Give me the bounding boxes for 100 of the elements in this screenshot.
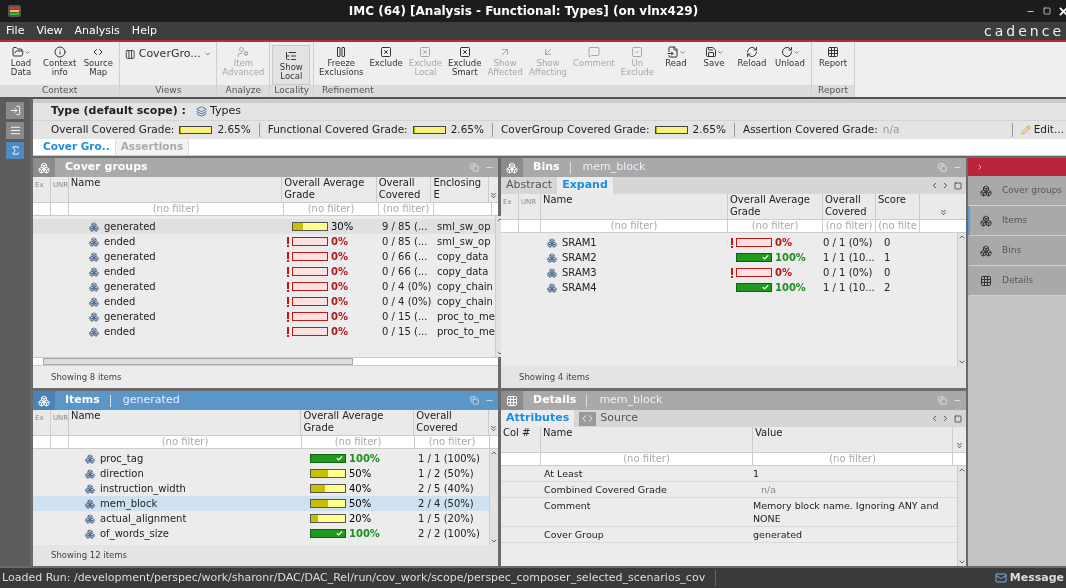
table-row[interactable]: of_words_size 100% 2 / 2 (100%)	[33, 526, 489, 541]
table-row[interactable]: ended 0% 0 / 15 (... proc_to_me	[33, 324, 495, 339]
table-cell-text: SRAM2	[562, 251, 597, 265]
grade-label: Overall Covered Grade:	[51, 122, 175, 138]
toolbar-button[interactable]: Context info	[40, 45, 80, 85]
table-cell-text: direction	[100, 467, 144, 481]
table-row[interactable]: generated 30% 9 / 85 (... sml_sw_op	[33, 219, 495, 234]
column-chooser-icon[interactable]	[489, 191, 498, 200]
table-cell-text: 0	[883, 236, 891, 250]
scrollbar[interactable]	[957, 233, 966, 366]
toolbar-button[interactable]: Freeze Exclusions	[316, 45, 367, 85]
table-row[interactable]: ended 0% 0 / 66 (... copy_data	[33, 264, 495, 279]
table-cell-text: SRAM1	[562, 236, 597, 250]
cover-group-icon	[89, 221, 99, 232]
scope-label: Type (default scope) :	[51, 103, 186, 120]
table-row[interactable]: generated 0% 0 / 66 (... copy_data	[33, 249, 495, 264]
column-header[interactable]: Value	[755, 427, 950, 439]
table-cell-text: copy_data	[436, 250, 489, 264]
column-chooser-icon[interactable]	[938, 208, 948, 217]
column-header[interactable]: Overall Average Grade	[303, 410, 412, 434]
toolbar-button[interactable]: Exclude Smart	[445, 45, 485, 85]
panel-context: generated	[121, 392, 181, 409]
side-tool[interactable]	[6, 142, 24, 159]
scroll-up-icon[interactable]	[958, 233, 966, 241]
grade-text: 100%	[775, 251, 806, 265]
table-row[interactable]: generated 0% 0 / 4 (0%) copy_chain	[33, 279, 495, 294]
table-row[interactable]: ended 0% 0 / 85 (... sml_sw_op	[33, 234, 495, 249]
table-row[interactable]: ended 0% 0 / 4 (0%) copy_chain	[33, 294, 495, 309]
maximize-icon[interactable]	[1043, 7, 1051, 15]
toolbar-button[interactable]: Read	[657, 45, 695, 85]
view-select[interactable]: CoverGro...	[122, 45, 215, 63]
column-header[interactable]: Overall Covered	[825, 194, 873, 218]
toolbar-button[interactable]: Load Data	[2, 45, 40, 85]
caret-icon	[792, 48, 800, 56]
toolbar-group-label: Views	[155, 84, 182, 98]
pause-icon	[335, 46, 348, 58]
column-header[interactable]: Overall Covered	[416, 410, 486, 434]
table-row[interactable]: generated 0% 0 / 15 (... proc_to_me	[33, 309, 495, 324]
restore-icon[interactable]	[470, 396, 479, 405]
column-header[interactable]: Name	[70, 177, 280, 189]
column-header[interactable]: Overall Average Grade	[730, 194, 820, 218]
toolbar-button[interactable]: Unload	[771, 45, 809, 85]
table-row[interactable]: proc_tag 100% 1 / 1 (100%)	[33, 451, 489, 466]
side-tool[interactable]	[6, 122, 24, 139]
horizontal-scrollbar[interactable]	[43, 358, 353, 365]
table-cell-text: 0 / 4 (0%)	[381, 280, 433, 294]
table-row[interactable]: mem_block 50% 2 / 4 (50%)	[33, 496, 489, 511]
caret-icon	[678, 48, 686, 56]
menu-item[interactable]: Analysis	[68, 22, 126, 40]
column-header[interactable]: Overall Average Grade	[284, 177, 374, 201]
menu-icon[interactable]	[954, 414, 962, 423]
column-header[interactable]: Overall Covered	[378, 177, 429, 201]
grade-text: 40%	[349, 482, 372, 496]
column-header[interactable]: Score	[878, 194, 917, 206]
table-row[interactable]: direction 50% 1 / 2 (50%)	[33, 466, 489, 481]
menu-item[interactable]: File	[0, 22, 31, 40]
scroll-down-icon[interactable]	[490, 537, 498, 545]
scroll-up-icon[interactable]	[958, 466, 966, 474]
toolbar-button[interactable]: Show Local	[272, 45, 311, 85]
close-icon[interactable]	[1059, 6, 1066, 16]
column-header[interactable]: Name	[543, 427, 750, 439]
table-cell-text: 0 / 85 (...	[381, 235, 429, 249]
column-chooser-icon[interactable]	[489, 424, 498, 433]
toolbar-button[interactable]: Source Map	[79, 45, 118, 85]
column-header[interactable]: Enclosing E	[433, 177, 486, 201]
scrollbar[interactable]	[489, 449, 498, 545]
grade-text: 30%	[331, 220, 354, 234]
scroll-up-icon[interactable]	[490, 449, 498, 457]
grade-text: 0%	[775, 236, 792, 250]
column-header[interactable]: Col #	[503, 427, 538, 439]
cover-group-icon	[89, 266, 99, 277]
table-row[interactable]: actual_alignment 20% 1 / 5 (20%)	[33, 511, 489, 526]
column-header[interactable]: Name	[70, 410, 299, 422]
column-header[interactable]: Name	[543, 194, 725, 206]
toolbar-button[interactable]: Save	[695, 45, 733, 85]
edit-button[interactable]: Edit...	[1020, 122, 1066, 138]
expand-icon[interactable]	[976, 163, 984, 171]
grade-text: 0%	[331, 295, 348, 309]
toolbar-button[interactable]: Reload	[733, 45, 771, 85]
scroll-up-icon[interactable]	[495, 216, 504, 224]
scroll-down-icon[interactable]	[958, 558, 966, 566]
table-row[interactable]: instruction_width 40% 2 / 5 (40%)	[33, 481, 489, 496]
side-tool[interactable]	[6, 102, 24, 119]
table-cell-text: 0 / 66 (...	[381, 265, 429, 279]
menu-icon[interactable]	[954, 181, 962, 190]
table-cell-text: 0 / 1 (0%)	[823, 266, 874, 280]
scrollbar[interactable]	[957, 466, 966, 566]
messages-button[interactable]: Message	[994, 569, 1066, 587]
scroll-down-icon[interactable]	[495, 349, 504, 357]
table-cell-text: copy_data	[436, 265, 489, 279]
table-cell-text: 2	[883, 281, 891, 295]
table-cell-text: 0 / 15 (...	[381, 325, 429, 339]
toolbar-button[interactable]: Report	[814, 45, 852, 85]
scroll-down-icon[interactable]	[958, 358, 966, 366]
menu-item[interactable]: View	[30, 22, 69, 40]
table-cell-text: sml_sw_op	[436, 220, 491, 234]
column-chooser-icon[interactable]	[955, 441, 964, 450]
panel-title: Bins	[532, 159, 561, 176]
toolbar-button[interactable]: Exclude	[366, 45, 406, 85]
menu-item[interactable]: Help	[125, 22, 163, 40]
